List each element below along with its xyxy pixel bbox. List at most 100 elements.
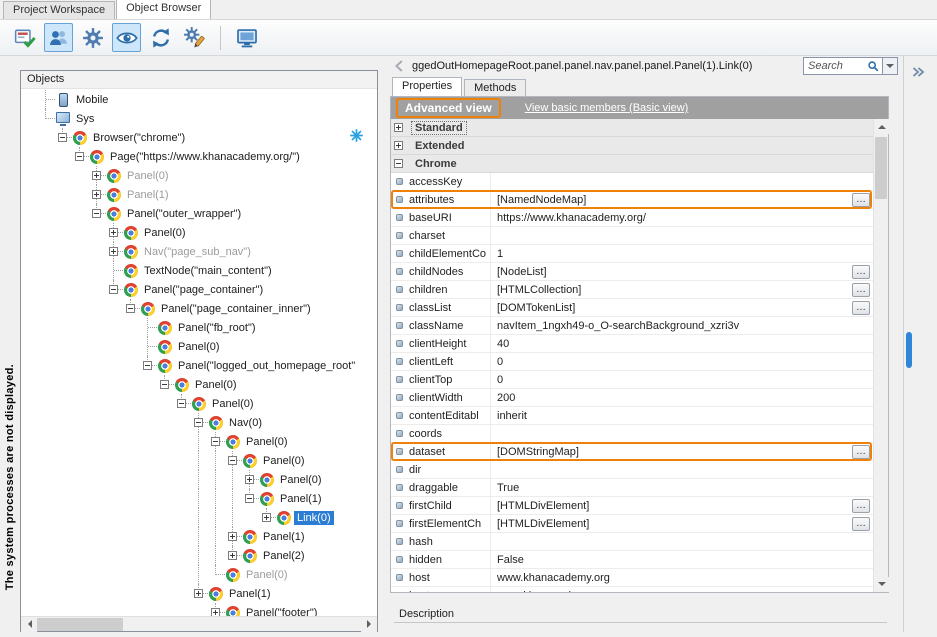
tree-node[interactable]: Panel(1) <box>21 489 377 508</box>
tree-node-label[interactable]: Panel("outer_wrapper") <box>124 207 244 221</box>
expand-icon[interactable] <box>228 532 237 541</box>
tree-node[interactable]: Panel(1) <box>21 584 377 603</box>
property-row[interactable]: attributes[NamedNodeMap]… <box>391 191 873 209</box>
show-hidden-objects-button[interactable] <box>112 23 141 52</box>
tree-node-label[interactable]: Panel(0) <box>243 568 291 582</box>
property-row[interactable]: accessKey <box>391 173 873 191</box>
tree-node[interactable]: Nav(0) <box>21 413 377 432</box>
tree-node-label[interactable]: Panel(0) <box>209 397 257 411</box>
tree-node-label[interactable]: Sys <box>73 112 97 126</box>
property-row[interactable]: hiddenFalse <box>391 551 873 569</box>
scroll-up-button[interactable] <box>874 119 889 134</box>
tree-node-label[interactable]: Panel(1) <box>260 530 308 544</box>
property-row[interactable]: dataset[DOMStringMap]… <box>391 443 873 461</box>
collapse-icon[interactable] <box>109 285 118 294</box>
tree-node[interactable]: Link(0) <box>21 508 377 527</box>
property-row[interactable]: draggableTrue <box>391 479 873 497</box>
tree-node[interactable]: Panel(0) <box>21 451 377 470</box>
property-row[interactable]: firstChild[HTMLDivElement]… <box>391 497 873 515</box>
collapse-icon[interactable] <box>75 152 84 161</box>
expand-icon[interactable] <box>262 513 271 522</box>
tree-node[interactable]: Panel(1) <box>21 527 377 546</box>
show-tested-applications-button[interactable] <box>44 23 73 52</box>
collapse-icon[interactable] <box>143 361 152 370</box>
tab-properties[interactable]: Properties <box>392 77 462 96</box>
tree-node[interactable]: Nav("page_sub_nav") <box>21 242 377 261</box>
property-row[interactable]: clientLeft0 <box>391 353 873 371</box>
object-settings-button[interactable] <box>78 23 107 52</box>
tree-node-label[interactable]: Panel(0) <box>192 378 240 392</box>
tree-node[interactable]: Mobile <box>21 90 377 109</box>
property-row[interactable]: charset <box>391 227 873 245</box>
window-tab-project-workspace[interactable]: Project Workspace <box>3 1 115 19</box>
expand-icon[interactable] <box>228 551 237 560</box>
tree-node[interactable]: Sys <box>21 109 377 128</box>
property-row[interactable]: children[HTMLCollection]… <box>391 281 873 299</box>
tree-node-label[interactable]: Panel(0) <box>277 473 325 487</box>
tree-node[interactable]: Panel(0) <box>21 565 377 584</box>
ellipsis-button[interactable]: … <box>852 301 870 315</box>
tree-node[interactable]: Panel("footer") <box>21 603 377 616</box>
tree-node-label[interactable]: Panel("fb_root") <box>175 321 259 335</box>
tree-node[interactable]: Page("https://www.khanacademy.org/") <box>21 147 377 166</box>
tree-node-label[interactable]: TextNode("main_content") <box>141 264 275 278</box>
collapse-icon[interactable] <box>160 380 169 389</box>
expand-icon[interactable] <box>109 228 118 237</box>
property-row[interactable]: classNamenavItem_1ngxh49-o_O-searchBackg… <box>391 317 873 335</box>
tree-node-label[interactable]: Panel("footer") <box>243 606 320 617</box>
tree-node[interactable]: Panel("page_container") <box>21 280 377 299</box>
tree-node[interactable]: TextNode("main_content") <box>21 261 377 280</box>
basic-view-link[interactable]: View basic members (Basic view) <box>525 102 689 114</box>
hscrollbar-thumb[interactable] <box>37 618 123 631</box>
tree-node-label[interactable]: Panel(0) <box>141 226 189 240</box>
tree-node[interactable]: Panel(0) <box>21 166 377 185</box>
tree-node-label[interactable]: Panel(1) <box>277 492 325 506</box>
property-row[interactable]: contentEditablinherit <box>391 407 873 425</box>
category-chrome[interactable]: Chrome <box>391 155 873 173</box>
tree-node[interactable]: Panel(0) <box>21 394 377 413</box>
advanced-view-label[interactable]: Advanced view <box>396 98 501 118</box>
property-row[interactable]: hostwww.khanacademy.org <box>391 569 873 587</box>
collapse-icon[interactable] <box>126 304 135 313</box>
ellipsis-button[interactable]: … <box>852 499 870 513</box>
category-standard[interactable]: Standard <box>391 119 873 137</box>
ellipsis-button[interactable]: … <box>852 193 870 207</box>
tree-node[interactable]: Panel(1) <box>21 185 377 204</box>
grid-vertical-scrollbar[interactable] <box>873 119 888 592</box>
tree-node[interactable]: Panel(0) <box>21 375 377 394</box>
tree-node-label[interactable]: Nav("page_sub_nav") <box>141 245 254 259</box>
collapse-icon[interactable] <box>228 456 237 465</box>
expand-icon[interactable] <box>92 171 101 180</box>
property-row[interactable]: classList[DOMTokenList]… <box>391 299 873 317</box>
property-row[interactable]: clientWidth200 <box>391 389 873 407</box>
checkpoint-button[interactable] <box>10 23 39 52</box>
search-dropdown-button[interactable] <box>883 57 898 75</box>
tree-node-label[interactable]: Panel(0) <box>260 454 308 468</box>
tree-node-label[interactable]: Mobile <box>73 93 111 107</box>
collapse-icon[interactable] <box>92 209 101 218</box>
show-device-button[interactable] <box>232 23 261 52</box>
scroll-left-button[interactable] <box>21 617 37 632</box>
expand-icon[interactable] <box>394 123 403 132</box>
property-row[interactable]: clientTop0 <box>391 371 873 389</box>
scroll-down-button[interactable] <box>874 577 889 592</box>
expand-icon[interactable] <box>245 475 254 484</box>
ellipsis-button[interactable]: … <box>852 445 870 459</box>
expand-icon[interactable] <box>109 247 118 256</box>
expand-icon[interactable] <box>394 141 403 150</box>
expand-icon[interactable] <box>194 589 203 598</box>
property-row[interactable]: dir <box>391 461 873 479</box>
refresh-button[interactable] <box>146 23 175 52</box>
ellipsis-button[interactable]: … <box>852 517 870 531</box>
tree-node[interactable]: Panel(2) <box>21 546 377 565</box>
collapse-icon[interactable] <box>58 133 67 142</box>
property-row[interactable]: hash <box>391 533 873 551</box>
property-row[interactable]: coords <box>391 425 873 443</box>
tree-node-label[interactable]: Panel("page_container_inner") <box>158 302 314 316</box>
ellipsis-button[interactable]: … <box>852 283 870 297</box>
tree-node-label[interactable]: Page("https://www.khanacademy.org/") <box>107 150 303 164</box>
tree-node-label[interactable]: Browser("chrome") <box>90 131 188 145</box>
property-row[interactable]: clientHeight40 <box>391 335 873 353</box>
property-row[interactable]: childElementCo1 <box>391 245 873 263</box>
property-row[interactable]: hostnamewww.khanacademy.org <box>391 587 873 592</box>
